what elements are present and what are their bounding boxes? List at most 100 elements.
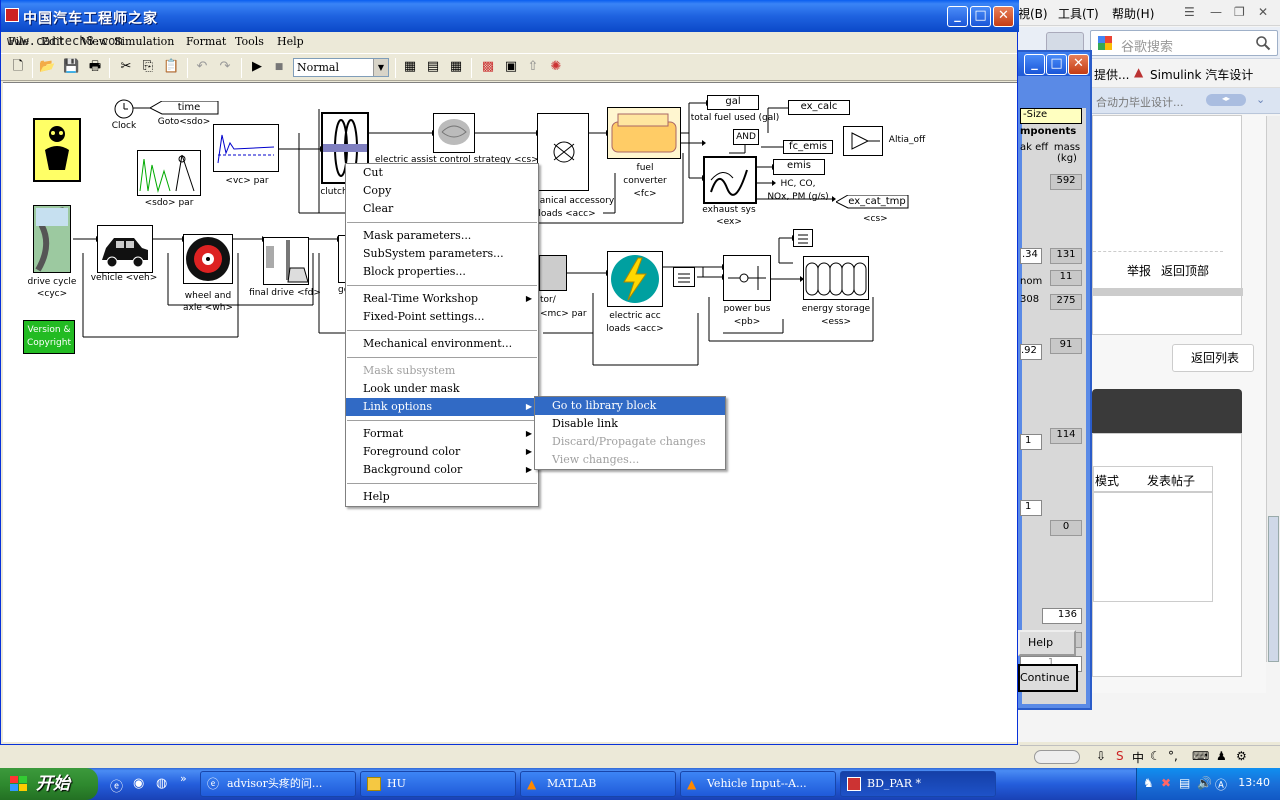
drive-cycle-block[interactable] <box>33 205 71 273</box>
sdo-par-block[interactable] <box>137 150 201 196</box>
browser-menu-help[interactable]: 帮助(H) <box>1112 5 1154 22</box>
fuel-converter-block[interactable] <box>607 107 681 159</box>
chevron-down-icon[interactable]: ⌄ <box>1256 93 1265 106</box>
search-icon[interactable] <box>1255 35 1271 51</box>
antivirus-icon[interactable]: ✖ <box>1161 776 1171 790</box>
altia-block[interactable] <box>843 126 883 156</box>
print-icon[interactable]: 🖶 <box>87 59 103 75</box>
ctx-item-look-under-mask[interactable]: Look under mask <box>346 380 538 398</box>
start-button[interactable]: 开始 <box>0 768 98 800</box>
restore-icon[interactable]: ❐ <box>1234 5 1245 19</box>
moon-icon[interactable]: ☾ <box>1150 749 1161 763</box>
go-parent-icon[interactable]: ⇧ <box>525 59 541 75</box>
ctx-item-cut[interactable]: Cut <box>346 164 538 182</box>
close-button[interactable]: ✕ <box>1068 54 1089 75</box>
vehicle-block[interactable] <box>97 225 153 273</box>
submenu-item-disable-link[interactable]: Disable link <box>535 415 725 433</box>
energy-storage-block[interactable] <box>803 256 869 300</box>
ctx-item-mask-parameters[interactable]: Mask parameters... <box>346 227 538 245</box>
menu-tools[interactable]: Tools <box>235 35 264 48</box>
sim-mode-select[interactable]: Normal ▼ <box>293 58 389 77</box>
ctx-item-background-color[interactable]: Background color ▶ <box>346 461 538 479</box>
ctx-item-real-time-workshop[interactable]: Real-Time Workshop ▶ <box>346 290 538 308</box>
taskbar-button-advisor[interactable]: ⓔ advisor头疼的问... <box>200 771 356 797</box>
submenu-item-go-to-library-block[interactable]: Go to library block <box>535 397 725 415</box>
browser-quicklaunch-icon[interactable]: ◍ <box>156 776 167 791</box>
bookmark-1[interactable]: 提供... <box>1094 66 1129 83</box>
maximize-button[interactable]: □ <box>970 6 991 27</box>
cut-icon[interactable]: ✂ <box>118 59 134 75</box>
taskbar-button-matlab[interactable]: ▲ MATLAB <box>520 771 676 797</box>
post-tab[interactable]: 发表帖子 <box>1147 472 1195 489</box>
tab-arrows-icon[interactable]: ◂▸ <box>1206 94 1246 106</box>
update-icon[interactable]: ▤ <box>425 59 441 75</box>
minimize-button[interactable]: _ <box>1024 54 1045 75</box>
ctx-item-copy[interactable]: Copy <box>346 182 538 200</box>
browser-scrollbar[interactable] <box>1266 116 1280 662</box>
ctx-item-clear[interactable]: Clear <box>346 200 538 218</box>
emis-block[interactable]: emis <box>773 159 825 175</box>
new-icon[interactable]: 🗋 <box>10 59 26 75</box>
back-top-link[interactable]: 返回顶部 <box>1161 262 1209 279</box>
mux-block[interactable] <box>673 267 695 287</box>
taskbar-button-vehicle-input[interactable]: ▲ Vehicle Input--A... <box>680 771 836 797</box>
network-icon[interactable]: ▤ <box>1179 776 1190 790</box>
taskbar-button-bd-par[interactable]: BD_PAR * <box>840 771 996 797</box>
elec-acc-block[interactable] <box>607 251 663 307</box>
copy-icon[interactable]: ⎘ <box>140 59 156 75</box>
final-drive-block[interactable] <box>263 237 309 285</box>
display-block[interactable] <box>793 229 813 247</box>
list-icon[interactable]: ☰ <box>1184 5 1195 19</box>
menu-format[interactable]: Format <box>186 35 226 48</box>
ie-quicklaunch-icon[interactable]: ⓔ <box>110 776 123 795</box>
save-icon[interactable]: 💾 <box>63 59 79 75</box>
wheel-block[interactable] <box>183 234 233 284</box>
browser-tab[interactable]: 合动力毕业设计... <box>1096 94 1184 110</box>
ctx-item-subsystem-parameters[interactable]: SubSystem parameters... <box>346 245 538 263</box>
menu-simulation[interactable]: Simulation <box>114 35 174 48</box>
ime-mode-icon[interactable]: 中 <box>1132 749 1144 766</box>
ime-icon[interactable]: S <box>1116 749 1124 763</box>
vc-scope-block[interactable] <box>213 124 279 172</box>
build-icon[interactable]: ▦ <box>402 59 418 75</box>
volume-icon[interactable]: 🔊 <box>1197 776 1212 790</box>
version-copyright-block[interactable]: Version & Copyright <box>23 320 75 354</box>
download-icon[interactable]: ⇩ <box>1096 749 1106 763</box>
play-icon[interactable]: ▶ <box>249 59 265 75</box>
lang-icon[interactable]: Ⓐ <box>1215 776 1227 793</box>
eff-field-5[interactable]: 1 <box>1020 434 1042 450</box>
close-button[interactable]: ✕ <box>993 6 1014 27</box>
power-bus-block[interactable] <box>723 255 771 301</box>
exhaust-block[interactable] <box>703 156 757 204</box>
goto-time-block[interactable]: time <box>150 101 219 115</box>
eff-field-4[interactable]: .92 <box>1020 344 1042 360</box>
motor-block[interactable] <box>539 255 567 291</box>
ecas-block[interactable] <box>433 113 475 153</box>
close-icon[interactable]: ✕ <box>1258 5 1268 19</box>
undo-icon[interactable]: ↶ <box>194 59 210 75</box>
size-field[interactable]: -Size <box>1020 108 1082 124</box>
advisor-logo-block[interactable] <box>33 118 81 182</box>
paste-icon[interactable]: 📋 <box>163 59 179 75</box>
mass-field-8[interactable]: 136 <box>1042 608 1082 624</box>
library-browser-icon[interactable]: ▩ <box>480 59 496 75</box>
taskbar-button-hu[interactable]: HU <box>360 771 516 797</box>
ctx-item-mechanical-environment[interactable]: Mechanical environment... <box>346 335 538 353</box>
settings-icon[interactable]: ⚙ <box>1236 749 1247 763</box>
ex-cat-tmp-block[interactable]: ex_cat_tmp <box>836 195 909 209</box>
menu-help[interactable]: Help <box>277 35 304 48</box>
fc-emis-block[interactable]: fc_emis <box>783 140 833 154</box>
open-icon[interactable]: 📂 <box>39 59 55 75</box>
expand-icon[interactable]: » <box>180 772 187 785</box>
build-subsystem-icon[interactable]: ▦ <box>448 59 464 75</box>
minimize-icon[interactable]: — <box>1210 5 1222 19</box>
debug-icon[interactable]: ✺ <box>548 59 564 75</box>
ctx-item-link-options[interactable]: Link options ▶ <box>346 398 538 416</box>
ctx-item-fixed-point-settings[interactable]: Fixed-Point settings... <box>346 308 538 326</box>
browser-menu-tools[interactable]: 工具(T) <box>1058 5 1099 22</box>
back-list-button[interactable]: 返回列表 <box>1172 344 1254 372</box>
punct-icon[interactable]: °, <box>1168 749 1178 763</box>
qq-icon[interactable]: ♞ <box>1143 776 1154 790</box>
mech-acc-block[interactable] <box>537 113 589 191</box>
stop-icon[interactable]: ■ <box>271 59 287 75</box>
